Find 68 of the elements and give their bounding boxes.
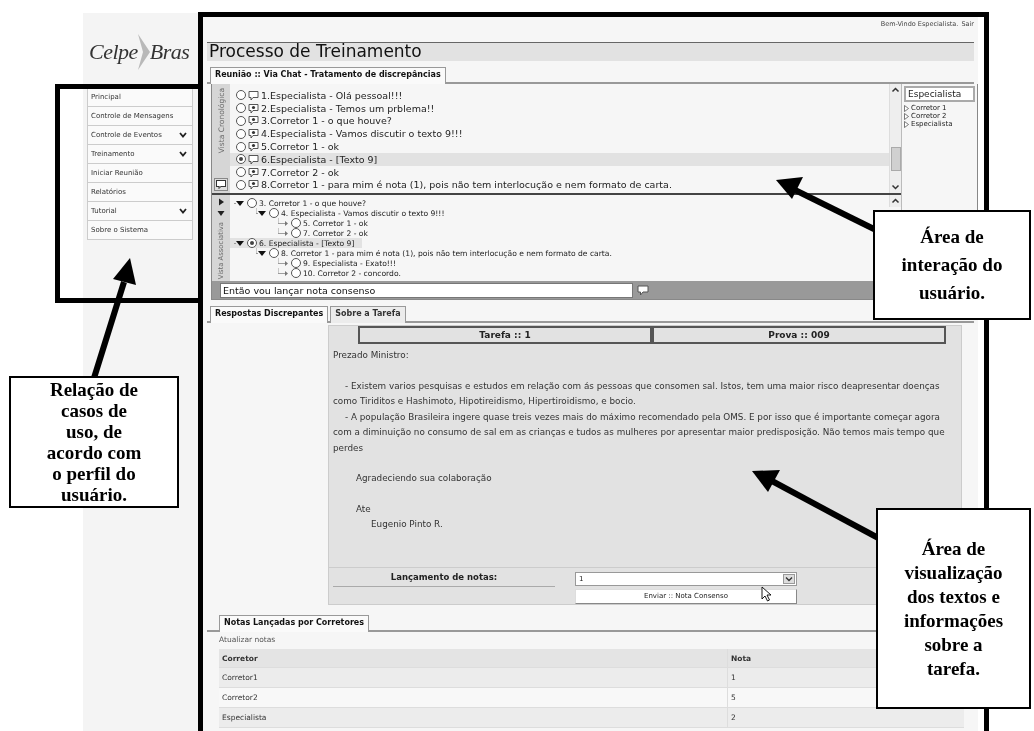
scrollbar[interactable] [889, 84, 901, 193]
letter-text: Agradeciendo sua colaboração [355, 472, 493, 485]
message-row[interactable]: 2.Especialista - Temos um prblema!! [230, 101, 889, 115]
radio-button[interactable] [291, 268, 301, 278]
scroll-thumb[interactable] [890, 146, 901, 171]
play-icon [217, 198, 225, 206]
header-cell: Prova :: 009 [652, 326, 946, 344]
scroll-up-icon [890, 196, 901, 206]
message-row[interactable]: 8.Corretor 1 - para mim é nota (1), pois não tem interlocução e nem formato de carta. [230, 178, 889, 192]
radio-button[interactable] [236, 128, 246, 139]
message-row[interactable]: 5.Corretor 1 - ok [230, 140, 889, 153]
message-row[interactable]: 6.Especialista - [Texto 9] [230, 153, 889, 166]
chevron-down-icon [179, 151, 187, 157]
tab[interactable]: Notas Lançadas por Corretores [219, 615, 370, 632]
tab[interactable]: Respostas Discrepantes [210, 306, 329, 323]
message-text: 7.Corretor 2 - ok [261, 166, 340, 178]
message-text: 4.Especialista - Vamos discutir o texto 9!!! [261, 128, 463, 140]
tab[interactable]: Reunião :: Via Chat - Tratamento de discrepâncias [210, 67, 446, 84]
letter-text: - Existem varios pesquisas e estudos em relação com ás pessoas que consomen sal. Istos, tem uma maior risco deapresentar doenças como Tiriditos e Hashimoto, Hipotireidismo, Hipertiroidismo, e bocio. [333, 379, 941, 408]
radio-button[interactable] [236, 90, 246, 101]
callout-box: Área de visualização dos textos e informações sobre a tarefa. [876, 508, 1031, 709]
mouse-pointer-icon [761, 586, 773, 602]
scrollbar[interactable] [889, 195, 901, 207]
radio-button[interactable] [269, 248, 279, 258]
radio-button[interactable] [236, 116, 246, 126]
send-bubble-icon [637, 284, 649, 296]
grade-label: Lançamento de notas: [333, 572, 555, 587]
message-input-field[interactable]: Então vou lançar nota consenso [220, 282, 633, 298]
letter-text: Ate [355, 502, 372, 516]
radio-button[interactable] [291, 258, 301, 268]
radio-button[interactable] [236, 154, 246, 165]
page-title: Processo de Treinamento [207, 42, 974, 61]
radio-button[interactable] [236, 141, 246, 152]
message-text: 1.Especialista - Olá pessoal!!! [261, 89, 403, 101]
message-row[interactable]: 1.Especialista - Olá pessoal!!! [230, 89, 889, 102]
message-row[interactable]: 3.Corretor 1 - o que houve? [230, 114, 889, 128]
message-row[interactable]: 7.Corretor 2 - ok [230, 165, 889, 179]
message-text: 3.Corretor 1 - o que houve? [261, 115, 392, 127]
triangle-down-icon [217, 209, 225, 217]
message-text: 5.Corretor 1 - ok [261, 141, 340, 153]
letter-text: Prezado Ministro: [333, 349, 410, 362]
chevron-down-icon [783, 573, 795, 584]
chat-toggle-button[interactable] [214, 178, 228, 191]
radio-button[interactable] [269, 208, 279, 218]
chat-icon [216, 180, 226, 189]
radio-button[interactable] [291, 218, 301, 228]
message-text: 8.Corretor 1 - para mim é nota (1), pois não tem interlocução e nem formato de carta. [261, 179, 672, 191]
radio-button[interactable] [236, 103, 246, 114]
callout-box: Área de interação do usuário. [873, 210, 1031, 320]
chevron-down-icon [179, 132, 187, 138]
logo-text: Bras [149, 39, 190, 65]
logo-text: Celpe [89, 39, 138, 65]
user-list-header: Especialista [904, 86, 975, 102]
letter-text: Eugenio Pinto R. [370, 518, 444, 531]
radio-button[interactable] [247, 198, 257, 208]
letter-text: - A população Brasileira ingere quase treis vezes mais do máximo recomendado pela OMS. E por isso que é importante começar agora com a diminuição no consumo de sal em as crianças e tudos as mulheres por apresentar maior predisposição. Não temos mais tempo que perdes [333, 410, 946, 455]
callout-box: Relação de casos de uso, de acordo com o perfil do usuário. [9, 376, 179, 508]
message-text: 2.Especialista - Temos um prblema!! [261, 102, 435, 114]
message-text: 6.Especialista - [Texto 9] [261, 153, 378, 165]
scroll-up-icon [890, 85, 901, 95]
chevron-down-icon [179, 208, 187, 214]
tab[interactable]: Sobre a Tarefa [330, 306, 406, 323]
message-row[interactable]: 4.Especialista - Vamos discutir o texto 9!!! [230, 127, 889, 141]
radio-button[interactable] [236, 179, 246, 190]
scroll-down-icon [890, 182, 901, 192]
radio-button[interactable] [247, 238, 257, 248]
header-cell: Tarefa :: 1 [358, 326, 652, 344]
radio-button[interactable] [236, 167, 246, 178]
